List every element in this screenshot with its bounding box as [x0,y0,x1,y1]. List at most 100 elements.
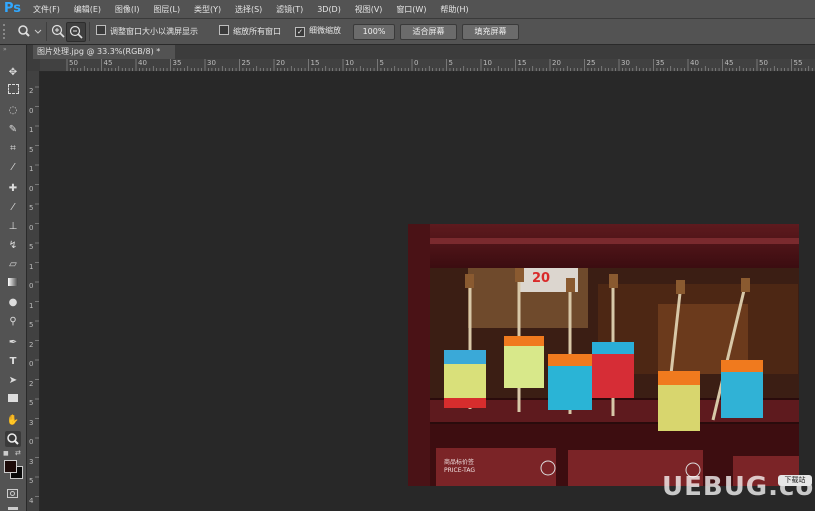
ruler-v-label: 4 [29,496,34,505]
ruler-v-label: 5 [29,243,34,251]
menu-3d[interactable]: 3D(D) [317,5,341,14]
scrubby-zoom-label: 细微缩放 [309,26,341,35]
ruler-v-label: 5 [29,477,34,485]
path-selection-tool-icon[interactable]: ➤ [5,373,21,389]
fit-screen-button[interactable]: 适合屏幕 [400,24,457,40]
resize-windows-option[interactable]: 调整窗口大小以满屏显示 [96,25,198,37]
panel-collapse-icon[interactable]: » [3,46,7,53]
ruler-v-label: 0 [29,360,34,368]
default-colors-icon[interactable]: ■ [3,450,9,457]
eraser-tool-icon[interactable]: ▱ [5,257,21,273]
ruler-origin[interactable] [27,59,40,71]
menu-help[interactable]: 帮助(H) [440,4,468,15]
vertical-ruler[interactable]: 2015105051015202530354 [27,71,40,511]
price-sign-number: 20 [532,271,550,286]
menu-image[interactable]: 图像(I) [115,4,140,15]
type-tool-icon[interactable]: T [5,354,21,370]
ruler-h-label: 45 [724,59,734,67]
zoom-tool-preset-icon[interactable] [14,22,44,40]
crop-tool-icon[interactable]: ⌗ [5,141,21,157]
ruler-h-label: 35 [172,59,182,67]
checkbox-unchecked[interactable] [96,25,106,35]
quick-mask-icon[interactable] [7,489,18,498]
ruler-h-label: 40 [690,59,699,67]
brush-tool-icon[interactable]: ⁄ [5,200,21,216]
ruler-v-label: 5 [29,399,34,407]
quick-selection-tool-icon[interactable]: ✎ [5,122,21,138]
ruler-h-label: 50 [69,59,78,67]
ruler-v-label: 2 [29,87,34,95]
pen-tool-icon[interactable]: ✒ [5,335,21,351]
menu-file[interactable]: 文件(F) [33,4,60,15]
ruler-h-label: 10 [345,59,354,67]
eyedropper-tool-icon[interactable]: ⁄ [5,160,21,176]
grip-icon [3,24,7,39]
swap-colors-icon[interactable]: ⇄ [15,449,21,457]
lasso-tool-icon[interactable]: ◌ [5,103,21,119]
dodge-tool-icon[interactable]: ⚲ [5,314,21,330]
ruler-h-label: 20 [276,59,285,67]
horizontal-ruler[interactable]: 50 45 40 35 30 25 20 15 10 5 0 5 10 15 20 25 30 35 40 45 50 5… [40,59,815,72]
ruler-h-label: 25 [241,59,251,67]
ruler-h-label: 5 [379,59,384,67]
ruler-v-label: 1 [29,262,34,271]
checkbox-checked[interactable]: ✓ [295,27,305,37]
ruler-h-label: 45 [103,59,113,67]
ruler-h-label: 15 [517,59,527,67]
foreground-color-swatch[interactable] [4,460,17,473]
marquee-tool-icon[interactable] [5,84,21,100]
zoom-out-icon[interactable] [66,22,86,42]
document-tab[interactable]: 图片处理.jpg @ 33.3%(RGB/8) * × [33,45,175,70]
menu-bar: Ps 文件(F) 编辑(E) 图像(I) 图层(L) 类型(Y) 选择(S) 滤… [0,0,815,19]
ruler-h-label: 15 [310,59,320,67]
screen-mode-icon[interactable] [8,507,18,510]
zoom-all-windows-option[interactable]: 缩放所有窗口 [219,25,281,37]
clone-stamp-tool-icon[interactable]: ⊥ [5,219,21,235]
actual-pixels-button[interactable]: 100% [353,24,395,40]
fill-screen-button[interactable]: 填充屏幕 [462,24,519,40]
history-brush-tool-icon[interactable]: ↯ [5,238,21,254]
menu-edit[interactable]: 编辑(E) [74,4,101,15]
menu-filter[interactable]: 滤镜(T) [276,4,303,15]
zoom-tool-icon[interactable] [5,431,21,447]
gradient-tool-icon[interactable] [5,276,21,292]
scrubby-zoom-option[interactable]: ✓ 细微缩放 [295,25,341,37]
ruler-h-label: 30 [621,59,630,67]
ruler-h-label: 5 [448,59,453,67]
ruler-h-label: 50 [759,59,768,67]
checkbox-unchecked[interactable] [219,25,229,35]
menu-window[interactable]: 窗口(W) [396,4,426,15]
ruler-v-label: 0 [29,223,34,232]
ruler-v-label: 1 [29,165,34,173]
menu-type[interactable]: 类型(Y) [194,4,221,15]
ruler-v-label: 1 [29,126,34,134]
zoom-in-icon[interactable] [50,23,66,39]
ruler-v-label: 3 [29,418,34,427]
move-tool-icon[interactable]: ✥ [5,65,21,81]
blur-tool-icon[interactable]: ● [5,295,21,311]
menu-layer[interactable]: 图层(L) [153,4,180,15]
price-tag-label-cn: 商品标价签 [444,458,474,466]
healing-brush-tool-icon[interactable]: ✚ [5,181,21,197]
tools-panel: » ✥ ◌ ✎ ⌗ ⁄ ✚ ⁄ ⊥ ↯ ▱ ● ⚲ ✒ T ➤ ✋ ■ ⇄ [0,45,27,511]
zoom-all-windows-label: 缩放所有窗口 [233,27,281,36]
menu-items: 文件(F) 编辑(E) 图像(I) 图层(L) 类型(Y) 选择(S) 滤镜(T… [33,4,480,15]
ruler-v-label: 0 [29,282,34,290]
menu-view[interactable]: 视图(V) [355,4,383,15]
options-bar: 调整窗口大小以满屏显示 缩放所有窗口 ✓ 细微缩放 100% 适合屏幕 填充屏幕 [0,19,815,45]
photo-price-tag-hangers: 20 商品标价签 PRICE-TAG [408,224,799,486]
separator [46,22,47,41]
ruler-v-label: 5 [29,145,34,154]
ruler-h-label: 40 [138,59,147,67]
ruler-v-label: 1 [29,301,34,310]
menu-select[interactable]: 选择(S) [235,4,262,15]
ruler-h-label: 30 [207,59,216,67]
ruler-h-label: 35 [655,59,665,67]
ruler-v-label: 2 [29,340,34,349]
hand-tool-icon[interactable]: ✋ [5,413,21,429]
separator [89,22,90,41]
ruler-h-label: 0 [414,59,419,67]
document-image[interactable]: 20 商品标价签 PRICE-TAG [408,224,799,486]
rectangle-tool-icon[interactable] [5,392,21,408]
ruler-v-label: 5 [29,204,34,212]
